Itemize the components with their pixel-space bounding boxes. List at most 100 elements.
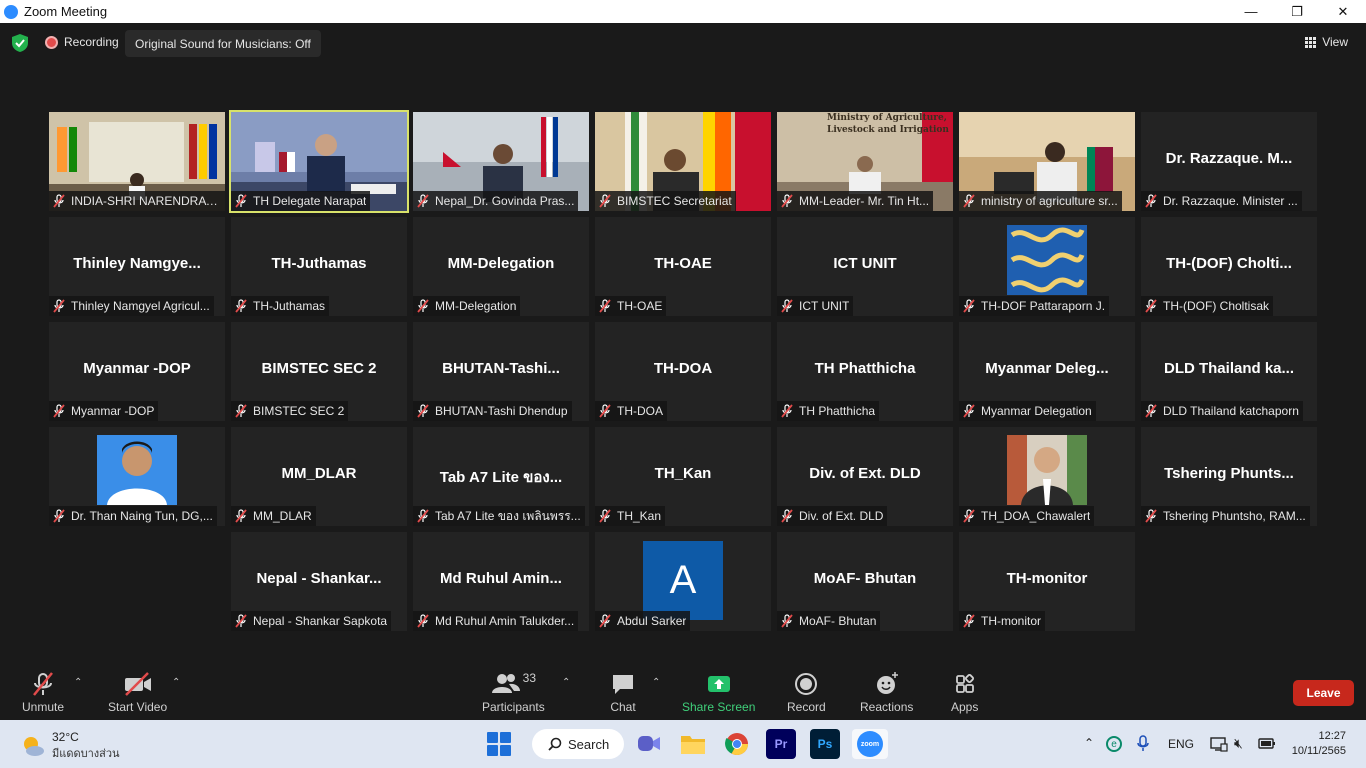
unmute-button[interactable]: Unmute <box>22 671 64 714</box>
participant-display-name: TH_Kan <box>654 465 712 482</box>
video-options-chevron-icon[interactable]: ⌃ <box>172 677 180 688</box>
participant-name-label: Nepal_Dr. Govinda Pras... <box>413 191 579 211</box>
participant-name: TH-(DOF) Choltisak <box>1163 299 1270 313</box>
participant-tile[interactable]: TH Delegate Narapat <box>229 110 409 213</box>
participant-tile[interactable]: DLD Thailand ka... DLD Thailand katchapor… <box>1141 322 1317 421</box>
search-icon <box>548 737 562 751</box>
participant-tile[interactable]: TH_Kan TH_Kan <box>595 427 771 526</box>
network-icon[interactable] <box>1210 736 1228 752</box>
participant-tile[interactable]: Myanmar -DOP Myanmar -DOP <box>49 322 225 421</box>
participant-name-label: TH-monitor <box>959 611 1046 631</box>
participant-name-label: TH Phatthicha <box>777 401 880 421</box>
participant-tile[interactable]: MM_DLAR MM_DLAR <box>231 427 407 526</box>
participant-tile[interactable]: TH-DOA TH-DOA <box>595 322 771 421</box>
taskbar-clock[interactable]: 12:27 10/11/2565 <box>1292 729 1346 759</box>
participant-tile[interactable]: BIMSTEC SEC 2 BIMSTEC SEC 2 <box>231 322 407 421</box>
apps-button[interactable]: Apps <box>951 671 978 714</box>
participant-tile[interactable]: Myanmar Deleg... Myanmar Delegation <box>959 322 1135 421</box>
participant-name-label: BHUTAN-Tashi Dhendup <box>413 401 572 421</box>
windows-start-icon[interactable] <box>487 732 511 756</box>
share-screen-button[interactable]: Share Screen <box>682 671 755 714</box>
participant-tile[interactable]: INDIA-SHRI NARENDRA SI... <box>49 112 225 211</box>
participant-tile[interactable]: Dr. Razzaque. M... Dr. Razzaque. Minister… <box>1141 112 1317 211</box>
meet-icon[interactable] <box>634 729 664 759</box>
participant-name-label: Dr. Razzaque. Minister ... <box>1141 191 1302 211</box>
participant-tile[interactable]: Div. of Ext. DLD Div. of Ext. DLD <box>777 427 953 526</box>
reactions-button[interactable]: Reactions <box>860 671 913 714</box>
participant-tile[interactable]: Ministry of Agriculture, Livestock and Ir… <box>777 112 953 211</box>
participants-options-chevron-icon[interactable]: ⌃ <box>562 677 570 688</box>
participant-tile[interactable]: Tab A7 Lite ของ... Tab A7 Lite ของ เพลินพ… <box>413 427 589 526</box>
participant-tile[interactable]: TH-Juthamas TH-Juthamas <box>231 217 407 316</box>
muted-mic-icon <box>1145 194 1157 208</box>
maximize-button[interactable]: ❐ <box>1274 0 1320 23</box>
leave-button[interactable]: Leave <box>1293 680 1354 706</box>
participant-tile[interactable]: TH-OAE TH-OAE <box>595 217 771 316</box>
taskbar-search[interactable]: Search <box>532 729 624 759</box>
microphone-tray-icon[interactable] <box>1137 735 1149 752</box>
muted-microphone-icon <box>30 671 56 697</box>
show-hidden-icons-chevron-icon[interactable]: ⌃ <box>1084 736 1094 750</box>
participant-tile[interactable]: TH-monitor TH-monitor <box>959 532 1135 631</box>
premiere-icon[interactable]: Pr <box>766 729 796 759</box>
participant-tile[interactable]: A Abdul Sarker <box>595 532 771 631</box>
participant-name-label: TH_DOA_Chawalert <box>959 506 1095 526</box>
start-video-button[interactable]: Start Video <box>108 671 167 714</box>
muted-mic-icon <box>53 404 65 418</box>
muted-mic-icon <box>963 194 975 208</box>
participant-name: Nepal_Dr. Govinda Pras... <box>435 194 575 208</box>
participant-display-name: Nepal - Shankar... <box>256 570 382 587</box>
participant-tile[interactable]: ICT UNIT ICT UNIT <box>777 217 953 316</box>
muted-mic-icon <box>53 299 65 313</box>
original-sound-status[interactable]: Original Sound for Musicians: Off <box>125 30 321 57</box>
start-video-label: Start Video <box>108 700 168 714</box>
participant-tile[interactable]: MoAF- Bhutan MoAF- Bhutan <box>777 532 953 631</box>
muted-mic-icon <box>781 614 793 628</box>
participant-tile[interactable]: Md Ruhul Amin... Md Ruhul Amin Talukder..… <box>413 532 589 631</box>
view-label: View <box>1322 35 1348 49</box>
participant-tile[interactable]: MM-Delegation MM-Delegation <box>413 217 589 316</box>
weather-widget[interactable]: 32°C มีแดดบางส่วน <box>20 730 120 762</box>
security-shield-icon[interactable] <box>12 34 28 52</box>
file-explorer-icon[interactable] <box>678 729 708 759</box>
close-button[interactable]: ✕ <box>1320 0 1366 23</box>
edge-tray-icon[interactable]: e <box>1106 736 1122 752</box>
chat-button[interactable]: Chat <box>610 671 636 714</box>
participant-tile[interactable]: TH Phatthicha TH Phatthicha <box>777 322 953 421</box>
participant-tile[interactable]: BHUTAN-Tashi... BHUTAN-Tashi Dhendup <box>413 322 589 421</box>
participant-tile[interactable]: Nepal - Shankar... Nepal - Shankar Sapkot… <box>231 532 407 631</box>
muted-mic-icon <box>963 509 975 523</box>
recording-indicator[interactable]: Recording <box>45 35 119 49</box>
participant-tile[interactable]: Tshering Phunts... Tshering Phuntsho, RAM… <box>1141 427 1317 526</box>
participant-name-label: ICT UNIT <box>777 296 854 316</box>
minimize-button[interactable]: — <box>1228 0 1274 23</box>
participant-name: BIMSTEC SEC 2 <box>253 404 345 418</box>
participant-display-name: TH-DOA <box>653 360 713 377</box>
battery-icon[interactable] <box>1258 736 1276 750</box>
zoom-taskbar-icon[interactable]: zoom <box>852 729 888 759</box>
chrome-icon[interactable] <box>722 729 752 759</box>
muted-mic-icon <box>781 404 793 418</box>
reactions-smiley-icon <box>874 671 900 697</box>
participant-name-label: TH-DOA <box>595 401 667 421</box>
language-indicator[interactable]: ENG <box>1168 737 1194 751</box>
record-button[interactable]: Record <box>787 671 826 714</box>
participant-tile[interactable]: Thinley Namgye... Thinley Namgyel Agricul… <box>49 217 225 316</box>
muted-mic-icon <box>235 194 247 208</box>
participant-tile[interactable]: Dr. Than Naing Tun, DG,... <box>49 427 225 526</box>
audio-options-chevron-icon[interactable]: ⌃ <box>74 677 82 688</box>
reactions-label: Reactions <box>860 700 914 714</box>
volume-muted-icon[interactable]: 🔇︎ <box>1234 735 1243 752</box>
participant-name: MM_DLAR <box>253 509 312 523</box>
participant-tile[interactable]: TH-DOF Pattaraporn J. <box>959 217 1135 316</box>
chat-options-chevron-icon[interactable]: ⌃ <box>652 677 660 688</box>
participant-tile[interactable]: TH_DOA_Chawalert <box>959 427 1135 526</box>
participant-tile[interactable]: BIMSTEC Secretariat <box>595 112 771 211</box>
view-button[interactable]: View <box>1305 35 1348 49</box>
photoshop-icon[interactable]: Ps <box>810 729 840 759</box>
participants-button[interactable]: 33 Participants <box>482 671 545 714</box>
participant-display-name: MM-Delegation <box>447 255 555 272</box>
participant-tile[interactable]: TH-(DOF) Cholti... TH-(DOF) Choltisak <box>1141 217 1317 316</box>
participant-tile[interactable]: ministry of agriculture sr... <box>959 112 1135 211</box>
participant-tile[interactable]: Nepal_Dr. Govinda Pras... <box>413 112 589 211</box>
